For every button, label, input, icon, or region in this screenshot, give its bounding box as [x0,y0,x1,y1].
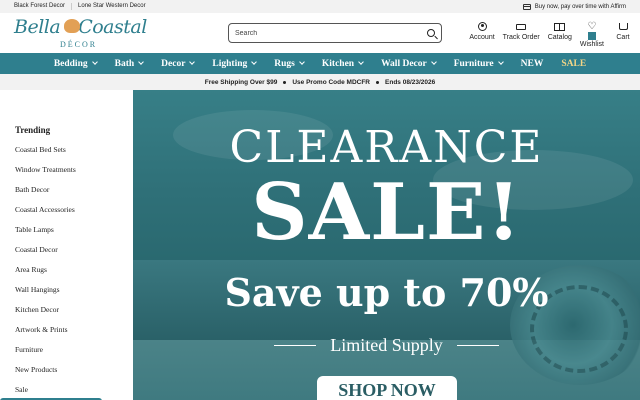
search-box [228,23,442,43]
header-icons: Account Track Order Catalog ♡ Wishlist C… [469,21,634,48]
logo-word-decor: DÉCOR [60,40,98,49]
trending-sidebar: Trending Coastal Bed Sets Window Treatme… [0,90,133,400]
sidebar-link-table-lamps[interactable]: Table Lamps [15,226,133,246]
promo-code: Use Promo Code MDCFR [292,78,371,86]
separator-dot [283,80,287,84]
catalog-button[interactable]: Catalog [548,21,572,41]
nav-label: NEW [520,58,544,69]
chevron-down-icon [299,59,305,65]
heart-icon-wrap: ♡ [587,21,596,32]
sidebar-link-coastal-accessories[interactable]: Coastal Accessories [15,206,133,226]
nav-item-furniture[interactable]: Furniture [445,59,512,69]
divider-line [456,345,499,346]
nav-label: Decor [161,58,186,69]
nav-label: Bedding [53,58,88,69]
sidebar-link-kitchen-decor[interactable]: Kitchen Decor [15,306,133,326]
shop-now-button[interactable]: SHOP NOW [317,376,457,400]
site-logo[interactable]: Bella Coastal DÉCOR [14,16,154,52]
cart-button[interactable]: Cart [612,21,634,41]
account-icon [477,22,487,31]
main-nav: Bedding Bath Decor Lighting Rugs Kitchen… [0,53,640,74]
chevron-down-icon [358,59,364,65]
sidebar-link-area-rugs[interactable]: Area Rugs [15,266,133,286]
hero-limited-supply: Limited Supply [133,335,640,356]
separator-dot [376,80,380,84]
catalog-icon-wrap [554,21,566,32]
truck-icon [516,23,527,30]
hero-sale-text: SALE! [251,167,522,258]
nav-label: Lighting [212,58,248,69]
wishlist-badge [587,32,596,40]
sister-sites: Black Forest Decor Lone Star Western Dec… [0,3,158,10]
wishlist-label: Wishlist [579,41,604,48]
affirm-text: Buy now, pay over time with Affirm [534,3,626,10]
nav-item-kitchen[interactable]: Kitchen [313,59,372,69]
shell-logo-icon [64,19,80,33]
divider-line [274,345,317,346]
logo-word-bella: Bella [14,16,61,38]
promo-bar: Free Shipping Over $99 Use Promo Code MD… [0,74,640,90]
sidebar-link-window-treatments[interactable]: Window Treatments [15,166,133,186]
sidebar-link-artwork-prints[interactable]: Artwork & Prints [15,326,133,346]
logo-wordmark: Bella Coastal [14,16,147,38]
top-utility-bar: Black Forest Decor Lone Star Western Dec… [0,0,640,13]
clearance-hero-banner[interactable]: CLEARANCE SALE! Save up to 70% Limited S… [133,90,640,400]
account-icon-wrap [477,21,487,32]
nav-label: Furniture [453,58,494,69]
track-order-button[interactable]: Track Order [503,21,540,41]
truck-icon-wrap [516,21,527,32]
hero-discount-text: Save up to 70% [224,270,549,315]
hero-clearance-text: CLEARANCE [229,122,544,173]
chevron-down-icon [91,59,98,65]
track-order-label: Track Order [502,34,540,41]
chevron-down-icon [251,59,258,65]
nav-label: Rugs [274,58,295,69]
nav-label: SALE [561,58,587,69]
sidebar-link-wall-hangings[interactable]: Wall Hangings [15,286,133,306]
sidebar-link-coastal-bed-sets[interactable]: Coastal Bed Sets [15,146,133,166]
site-header: Bella Coastal DÉCOR Account Track Order C… [0,13,640,53]
search-icon[interactable] [427,29,435,37]
heart-icon: ♡ [587,20,597,32]
nav-item-bedding[interactable]: Bedding [45,59,106,69]
nav-label: Bath [114,58,135,69]
wishlist-button[interactable]: ♡ Wishlist [580,21,604,48]
nav-label: Kitchen [321,58,355,69]
account-button[interactable]: Account [469,21,495,41]
sidebar-link-furniture[interactable]: Furniture [15,346,133,366]
promo-free-shipping: Free Shipping Over $99 [204,78,278,86]
catalog-icon [554,22,566,31]
site-link-black-forest[interactable]: Black Forest Decor [14,3,73,10]
cart-icon-wrap [618,21,628,32]
nav-item-rugs[interactable]: Rugs [265,59,313,69]
affirm-link[interactable]: Buy now, pay over time with Affirm [522,3,640,10]
nav-item-sale[interactable]: SALE [552,59,595,69]
sidebar-heading: Trending [15,125,51,135]
search-input[interactable] [235,29,427,37]
catalog-label: Catalog [547,34,572,41]
sidebar-link-new-products[interactable]: New Products [15,366,133,386]
logo-word-coastal: Coastal [78,16,147,38]
sidebar-link-bath-decor[interactable]: Bath Decor [15,186,133,206]
nav-item-lighting[interactable]: Lighting [203,59,265,69]
nav-label: Wall Decor [381,58,427,69]
account-label: Account [469,34,495,41]
nav-item-new[interactable]: NEW [512,59,553,69]
promo-end-date: Ends 08/23/2026 [385,78,436,86]
limited-supply-text: Limited Supply [330,335,443,355]
nav-item-wall-decor[interactable]: Wall Decor [372,59,445,69]
nav-item-decor[interactable]: Decor [152,59,203,69]
sidebar-link-coastal-decor[interactable]: Coastal Decor [15,246,133,266]
cart-label: Cart [616,34,630,41]
chevron-down-icon [430,59,437,65]
chevron-down-icon [189,59,196,65]
cart-icon [618,23,628,30]
nav-item-bath[interactable]: Bath [106,59,153,69]
credit-card-icon [522,3,531,10]
chevron-down-icon [138,59,144,65]
chevron-down-icon [497,59,504,65]
site-link-lone-star[interactable]: Lone Star Western Decor [78,3,152,10]
